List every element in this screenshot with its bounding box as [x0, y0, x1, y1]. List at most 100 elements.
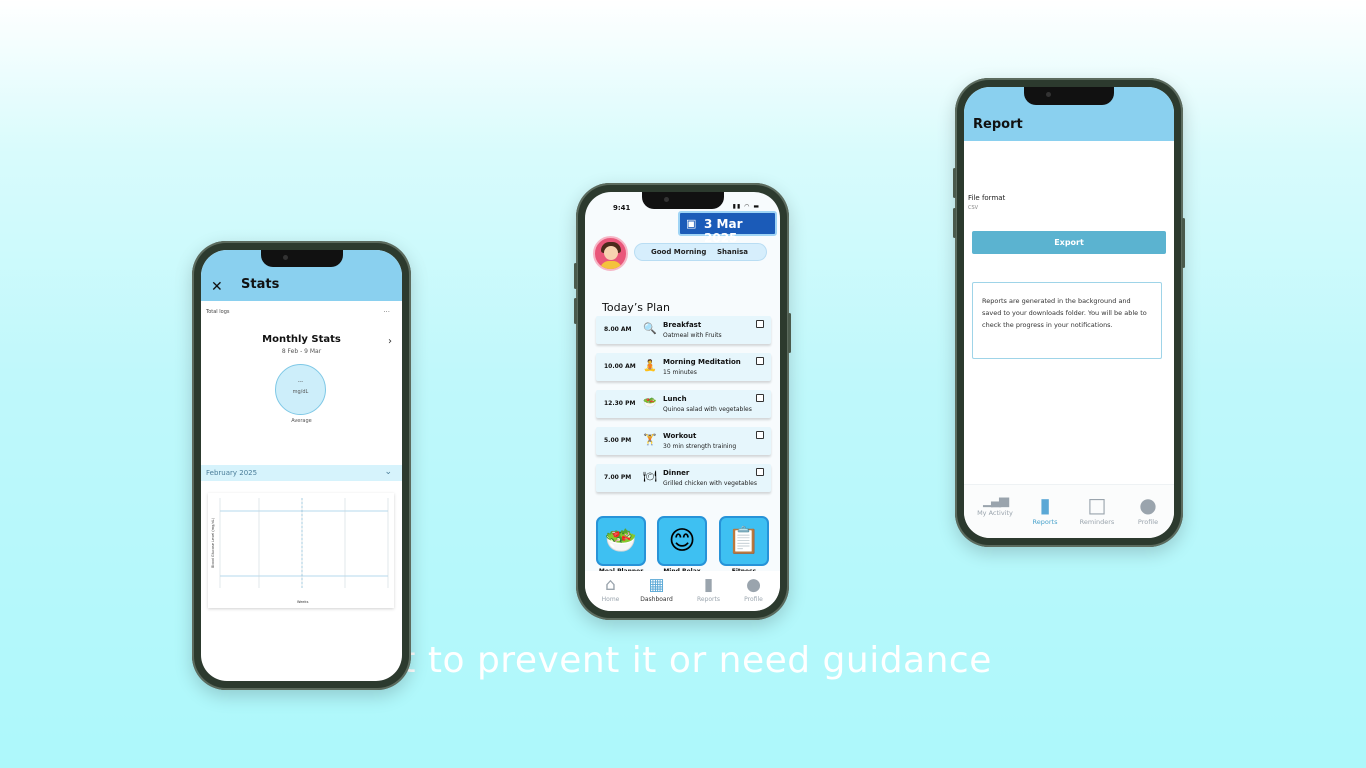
chevron-right-icon[interactable]: ›	[388, 336, 392, 347]
plan-item-breakfast[interactable]: 8.00 AM 🔍 Breakfast Oatmeal with Fruits	[596, 316, 771, 344]
dinner-icon: 🍽	[643, 470, 657, 483]
profile-icon: ●	[746, 575, 761, 595]
nav-reports[interactable]: ▮ Reports	[686, 575, 731, 603]
volume-button	[574, 298, 577, 324]
page-title: Stats	[241, 277, 280, 292]
smile-icon: 😊	[668, 526, 696, 556]
plan-checkbox[interactable]	[756, 431, 764, 439]
greeting-pill: Good Morning Shanisa	[634, 243, 767, 261]
status-icons: ▮▮ ◠ ▬	[732, 203, 760, 210]
breakfast-icon: 🔍	[643, 322, 657, 335]
plan-checkbox[interactable]	[756, 394, 764, 402]
power-button	[788, 313, 791, 353]
file-format-label: File format	[968, 194, 1006, 202]
plan-name: Dinner	[663, 469, 690, 477]
plan-name: Workout	[663, 432, 697, 440]
plan-desc: Quinoa salad with vegetables	[663, 406, 752, 413]
nav-label: Profile	[744, 596, 763, 603]
close-icon[interactable]: ✕	[211, 279, 223, 295]
phone-stats: ✕ Stats Total logs ... Monthly Stats 8 F…	[192, 241, 411, 690]
nav-dashboard[interactable]: ▦ Dashboard	[634, 575, 679, 603]
nav-home[interactable]: ⌂ Home	[588, 575, 633, 603]
nav-label: Reports	[696, 596, 720, 603]
plan-time: 10.00 AM	[604, 363, 636, 370]
plan-time: 5.00 PM	[604, 437, 632, 444]
dashboard-icon: ▦	[648, 575, 665, 595]
plan-time: 12.30 PM	[604, 400, 636, 407]
chevron-down-icon: ⌄	[384, 467, 392, 477]
nav-reminders[interactable]: □ Reminders	[1071, 493, 1123, 526]
page-title: Report	[973, 117, 1023, 132]
bottom-nav: ⌂ Home ▦ Dashboard ▮ Reports ● Profile	[585, 571, 780, 611]
plan-checkbox[interactable]	[756, 357, 764, 365]
average-label: Average	[291, 418, 312, 424]
plan-name: Morning Meditation	[663, 358, 741, 366]
home-icon: ⌂	[605, 575, 616, 595]
dashboard-screen: 9:41 ▮▮ ◠ ▬ ▣ 3 Mar 2025 Good Morning Sh…	[585, 192, 780, 611]
plan-name: Breakfast	[663, 321, 702, 329]
bar-chart-icon: ▁▃▅	[983, 493, 1009, 508]
volume-button	[953, 208, 956, 238]
plan-time: 8.00 AM	[604, 326, 632, 333]
video-caption: nt to prevent it or need guidance	[378, 640, 992, 681]
glucose-chart: Blood Glucose Level (mg/dL) Weeks	[211, 498, 389, 604]
plan-item-workout[interactable]: 5.00 PM 🏋 Workout 30 min strength traini…	[596, 427, 771, 455]
nav-label: My Activity	[977, 509, 1013, 517]
plan-checkbox[interactable]	[756, 468, 764, 476]
todays-plan-title: Today’s Plan	[602, 301, 670, 314]
plan-time: 7.00 PM	[604, 474, 632, 481]
nav-label: Dashboard	[640, 596, 673, 603]
nav-reports[interactable]: ▮ Reports	[1019, 493, 1071, 526]
lunch-icon: 🥗	[643, 396, 657, 409]
report-screen: Report File format CSV Export Reports ar…	[964, 87, 1174, 538]
user-name: Shanisa	[717, 248, 749, 256]
nav-label: Profile	[1137, 518, 1159, 526]
clipboard-icon: 📋	[727, 526, 761, 556]
x-axis-label: Weeks	[297, 600, 309, 604]
plan-item-meditation[interactable]: 10.00 AM 🧘 Morning Meditation 15 minutes	[596, 353, 771, 381]
plan-item-lunch[interactable]: 12.30 PM 🥗 Lunch Quinoa salad with veget…	[596, 390, 771, 418]
phone-notch	[1024, 87, 1114, 105]
average-circle: --- mg/dL	[275, 364, 326, 415]
calendar-icon: ▣	[686, 217, 697, 230]
workout-icon: 🏋	[643, 433, 657, 446]
bottom-nav: ▁▃▅ My Activity ▮ Reports □ Reminders ● …	[964, 484, 1174, 538]
avatar[interactable]	[593, 236, 628, 271]
nav-label: Home	[601, 596, 620, 603]
nav-label: Reminders	[1079, 518, 1115, 526]
nav-profile[interactable]: ● Profile	[731, 575, 776, 603]
volume-button	[574, 263, 577, 289]
month-selector[interactable]: February 2025 ⌄	[201, 465, 402, 481]
phone-report: Report File format CSV Export Reports ar…	[953, 78, 1185, 547]
salad-icon: 🥗	[604, 526, 638, 556]
power-button	[1182, 218, 1185, 268]
profile-icon: ●	[1139, 493, 1157, 517]
nav-profile[interactable]: ● Profile	[1122, 493, 1174, 526]
plan-desc: Grilled chicken with vegetables	[663, 480, 757, 487]
month-label: February 2025	[206, 469, 258, 477]
export-button[interactable]: Export	[972, 231, 1166, 254]
fitness-tile[interactable]: 📋	[719, 516, 769, 566]
more-options-icon[interactable]: ...	[383, 306, 390, 314]
monthly-stats-title: Monthly Stats	[262, 334, 341, 345]
nav-label: Reports	[1032, 518, 1058, 526]
plan-checkbox[interactable]	[756, 320, 764, 328]
report-icon: ▮	[703, 575, 714, 595]
meditation-icon: 🧘	[643, 359, 657, 372]
report-info-note: Reports are generated in the background …	[972, 282, 1162, 359]
calendar-icon: □	[1087, 493, 1107, 517]
nav-my-activity[interactable]: ▁▃▅ My Activity	[969, 493, 1021, 517]
greeting-text: Good Morning	[651, 248, 707, 256]
current-date: 3 Mar 2025	[704, 217, 743, 245]
meal-planner-tile[interactable]: 🥗	[596, 516, 646, 566]
file-format-value[interactable]: CSV	[968, 205, 978, 211]
average-unit: mg/dL	[292, 389, 309, 395]
mind-relax-tile[interactable]: 😊	[657, 516, 707, 566]
date-range: 8 Feb - 9 Mar	[281, 348, 322, 355]
average-value: ---	[297, 379, 304, 385]
plan-desc: 30 min strength training	[663, 443, 737, 450]
plan-item-dinner[interactable]: 7.00 PM 🍽 Dinner Grilled chicken with ve…	[596, 464, 771, 492]
report-icon: ▮	[1039, 493, 1051, 517]
date-badge[interactable]: ▣ 3 Mar 2025	[678, 211, 777, 245]
plan-desc: Oatmeal with Fruits	[663, 332, 722, 339]
